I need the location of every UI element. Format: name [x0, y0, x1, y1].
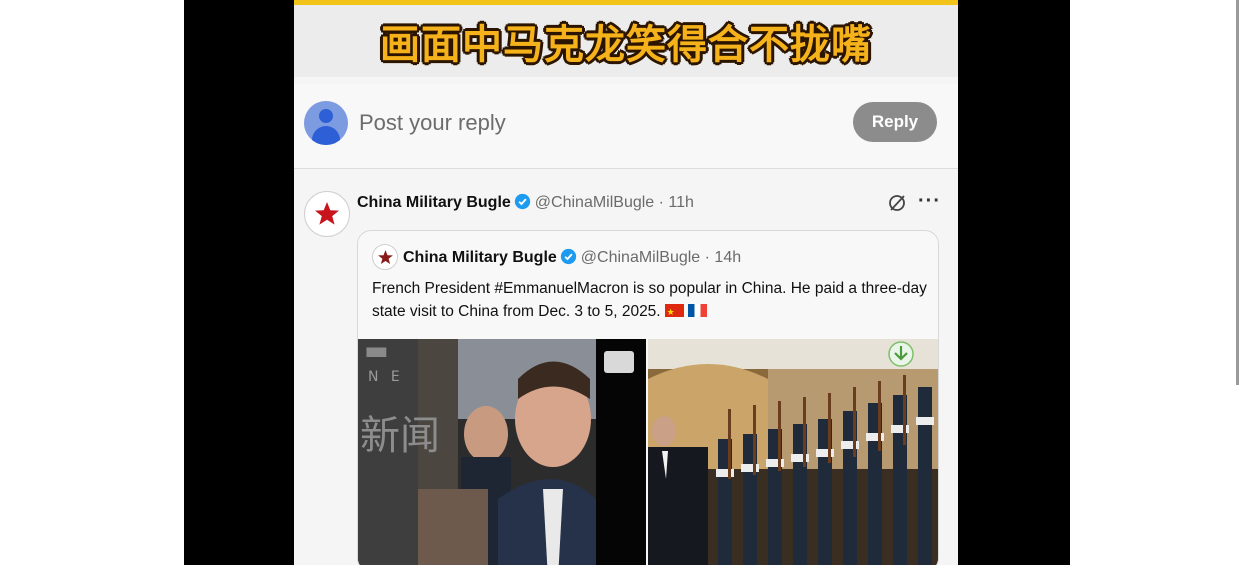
reply-input[interactable]: Post your reply [359, 110, 506, 136]
quoted-post-time: · 14h [704, 249, 742, 266]
quoted-author-name: China Military Bugle [403, 249, 557, 266]
grok-icon[interactable] [887, 193, 907, 218]
post-time: · 11h [658, 194, 694, 211]
quoted-tweet[interactable]: China Military Bugle @ChinaMilBugle · 14h… [357, 230, 939, 565]
verified-badge-icon [560, 248, 577, 270]
quoted-text: French President #EmmanuelMacron is so p… [372, 277, 928, 324]
watermark-line1: N E [368, 369, 404, 385]
download-icon[interactable] [888, 341, 914, 367]
author-handle[interactable]: @ChinaMilBugle [535, 194, 654, 211]
page-scrollbar[interactable] [1236, 0, 1239, 385]
watermark-line2: 新闻 [360, 413, 440, 459]
caption-banner: 画面中马克龙笑得合不拢嘴 [294, 5, 958, 77]
verified-badge-icon [514, 193, 531, 215]
reply-composer: Post your reply Reply [294, 84, 958, 168]
author-name[interactable]: China Military Bugle [357, 194, 511, 211]
red-star-icon [372, 244, 398, 270]
phone-screen: 画面中马克龙笑得合不拢嘴 Post your reply Reply China… [294, 0, 958, 565]
caption-text: 画面中马克龙笑得合不拢嘴 [380, 22, 872, 68]
watermark-top: ▬ [364, 339, 389, 366]
user-avatar-icon[interactable] [304, 101, 348, 145]
photo-thumbnail[interactable] [648, 339, 938, 565]
red-star-icon[interactable] [304, 191, 350, 237]
tweet-header: China Military Bugle @ChinaMilBugle · 11h [357, 193, 694, 215]
right-letterbox [958, 0, 1070, 565]
quoted-author-handle: @ChinaMilBugle [580, 249, 701, 266]
flag-cn-icon [664, 301, 684, 324]
divider [294, 168, 958, 169]
more-icon[interactable]: ··· [918, 190, 941, 213]
flag-fr-icon [687, 304, 707, 317]
quoted-header: China Military Bugle @ChinaMilBugle · 14h [403, 248, 741, 270]
reply-button[interactable]: Reply [853, 102, 937, 142]
left-letterbox [184, 0, 294, 565]
video-thumbnail[interactable]: ▬ N E 新闻 [358, 339, 646, 565]
quoted-body: French President #EmmanuelMacron is so p… [372, 280, 927, 320]
